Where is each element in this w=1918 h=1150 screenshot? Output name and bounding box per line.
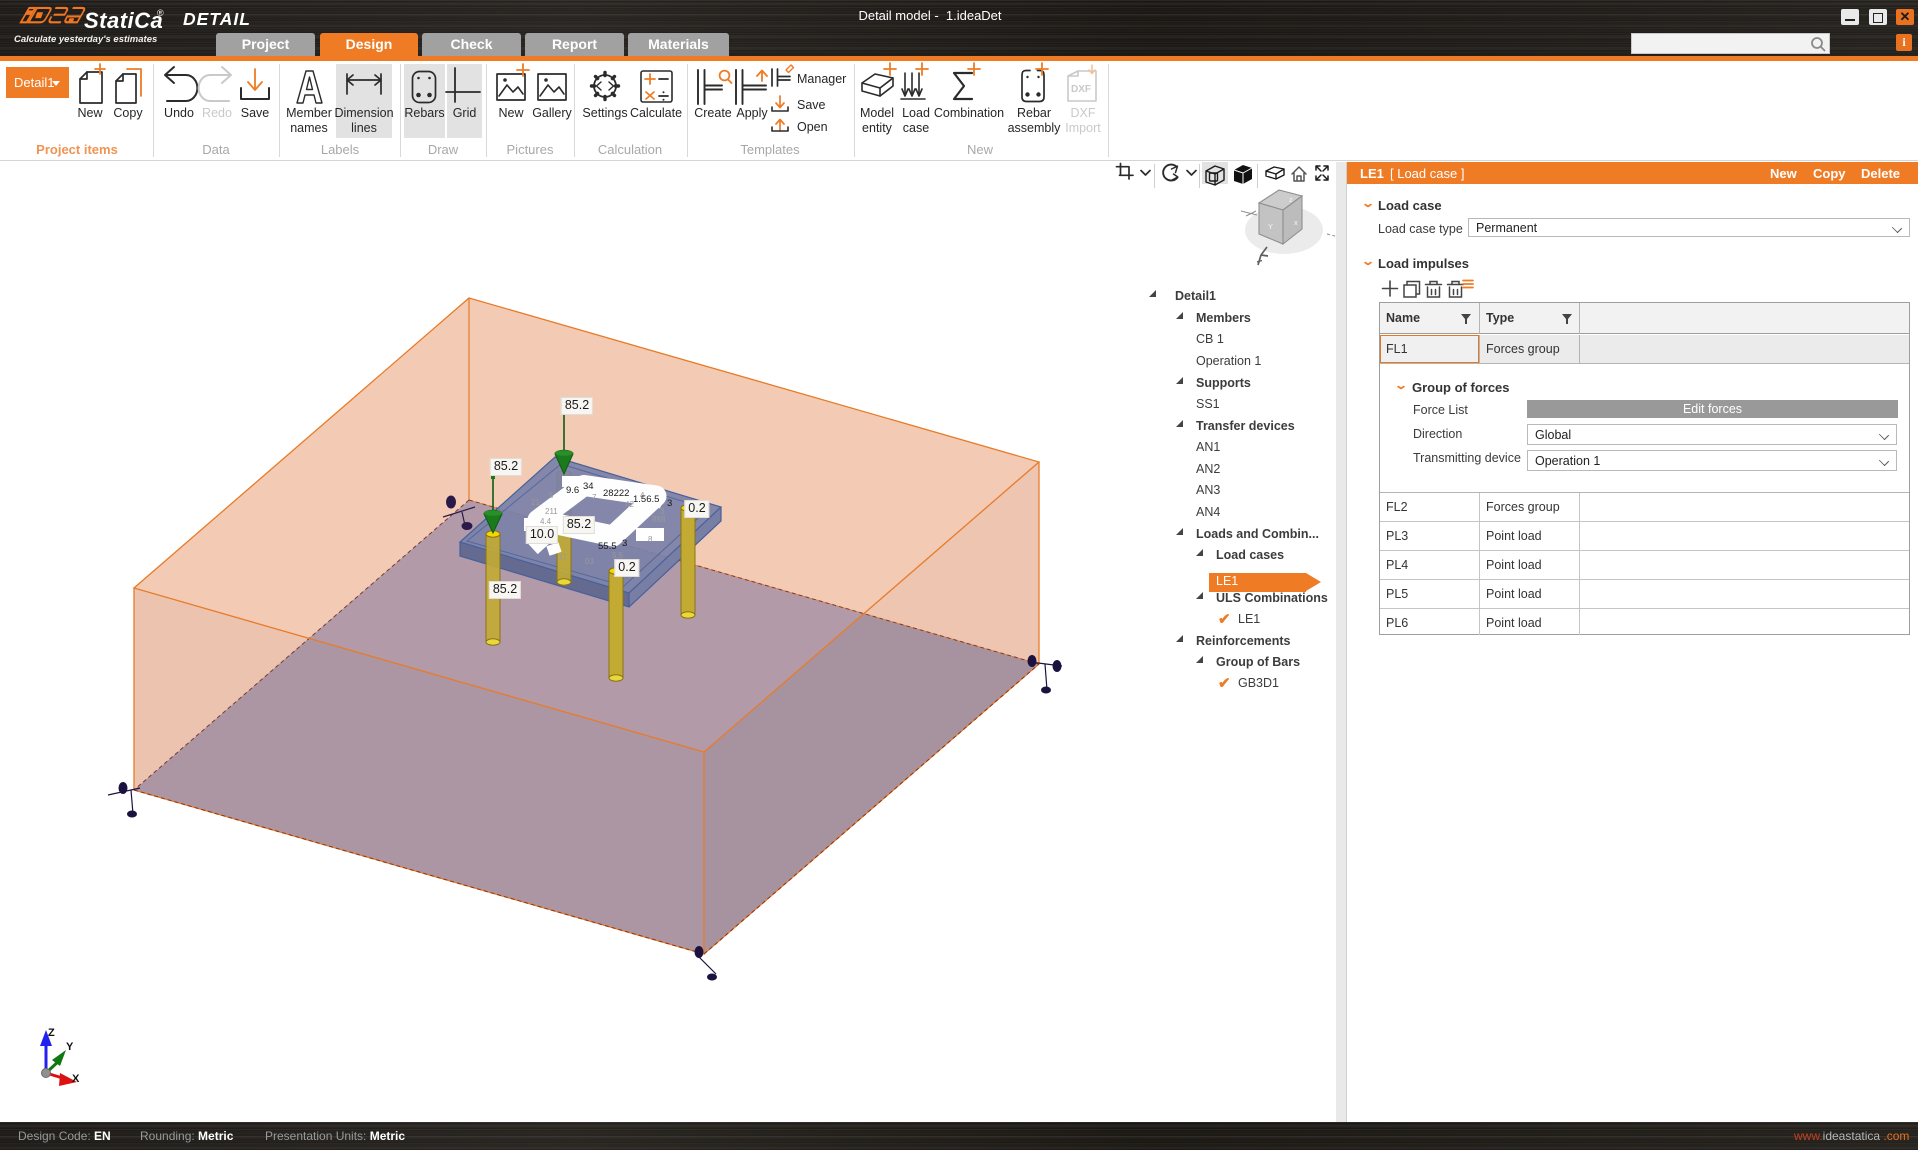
- svg-text:8: 8: [648, 535, 653, 544]
- svg-text:3: 3: [622, 538, 627, 549]
- svg-text:Y: Y: [1268, 222, 1273, 231]
- svg-text:37: 37: [558, 553, 567, 562]
- svg-text:9.6: 9.6: [566, 485, 579, 496]
- svg-text:DXF: DXF: [1071, 84, 1091, 95]
- svg-text:21: 21: [531, 498, 540, 507]
- svg-text:34: 34: [583, 481, 594, 492]
- svg-text:1.56.5: 1.56.5: [633, 494, 659, 505]
- svg-text:55.5: 55.5: [598, 541, 617, 552]
- svg-text:Y: Y: [66, 1041, 74, 1053]
- svg-text:X: X: [72, 1073, 80, 1085]
- svg-text:28222: 28222: [603, 488, 629, 499]
- svg-text:888: 888: [652, 515, 666, 524]
- svg-text:211: 211: [545, 507, 558, 516]
- svg-text:4.4: 4.4: [540, 517, 552, 526]
- svg-text:3: 3: [667, 498, 672, 509]
- svg-text:03: 03: [585, 557, 594, 566]
- svg-text:7: 7: [592, 493, 597, 502]
- svg-text:z: z: [1289, 195, 1293, 204]
- svg-text:x: x: [1294, 218, 1298, 227]
- svg-text:5: 5: [549, 491, 554, 500]
- svg-text:Z: Z: [48, 1027, 55, 1039]
